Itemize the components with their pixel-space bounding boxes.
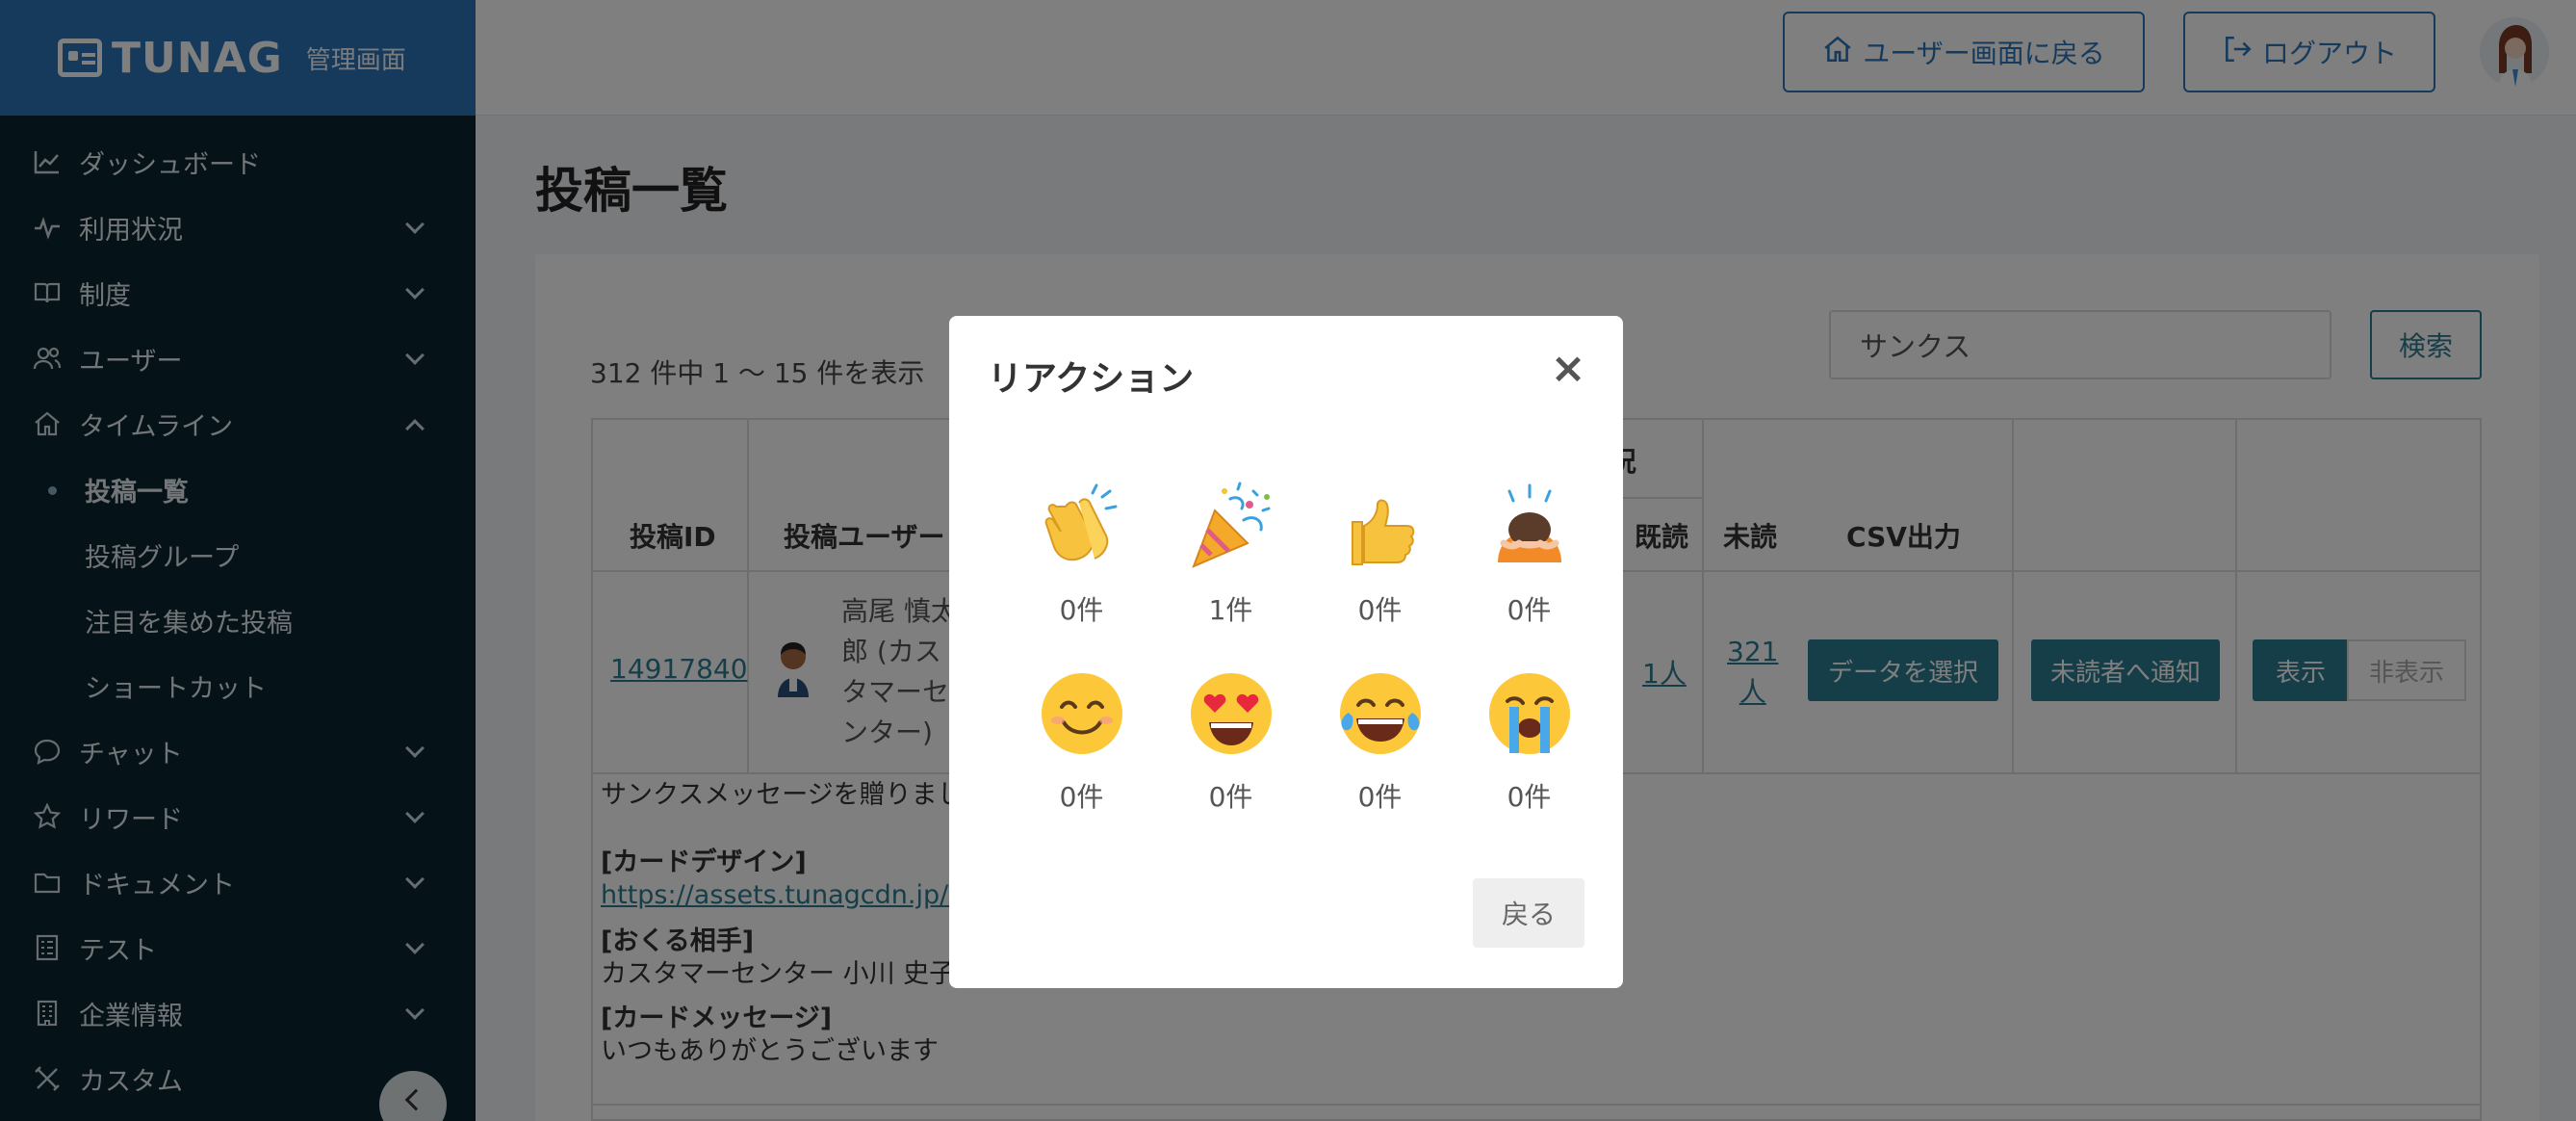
reaction-count: 0件 [1507,781,1552,813]
reaction-modal: リアクション × 0件 1件 0件 0件 0件 0件 0件 0件 戻る [949,316,1623,988]
reaction-count: 0件 [1059,594,1104,626]
reaction-count: 0件 [1357,594,1403,626]
reaction-count: 0件 [1357,781,1403,813]
tears-of-joy-icon [1339,673,1421,754]
reaction-count: 1件 [1208,594,1253,626]
modal-title: リアクション [988,359,1195,399]
thumbs-up-icon [1351,499,1414,565]
reaction-clap: 0件 [1007,482,1156,651]
heart-eyes-icon [1190,673,1272,754]
close-icon[interactable]: × [1550,348,1586,390]
back-button[interactable]: 戻る [1473,878,1584,948]
reaction-thumbsup: 0件 [1305,482,1455,651]
smiling-face-icon [1041,673,1122,754]
party-popper-icon [1191,482,1270,568]
crying-face-icon [1488,673,1570,754]
reaction-count: 0件 [1208,781,1253,813]
bowing-person-icon [1497,483,1561,562]
clapping-hands-icon [1044,483,1117,561]
reaction-count: 0件 [1507,594,1552,626]
reaction-crying: 0件 [1455,668,1604,838]
reaction-smile: 0件 [1007,668,1156,838]
reaction-bow: 0件 [1455,482,1604,651]
reaction-tears-of-joy: 0件 [1305,668,1455,838]
reaction-heart-eyes: 0件 [1156,668,1305,838]
reaction-grid: 0件 1件 0件 0件 0件 0件 0件 0件 [1007,482,1604,838]
reaction-count: 0件 [1059,781,1104,813]
reaction-party: 1件 [1156,482,1305,651]
